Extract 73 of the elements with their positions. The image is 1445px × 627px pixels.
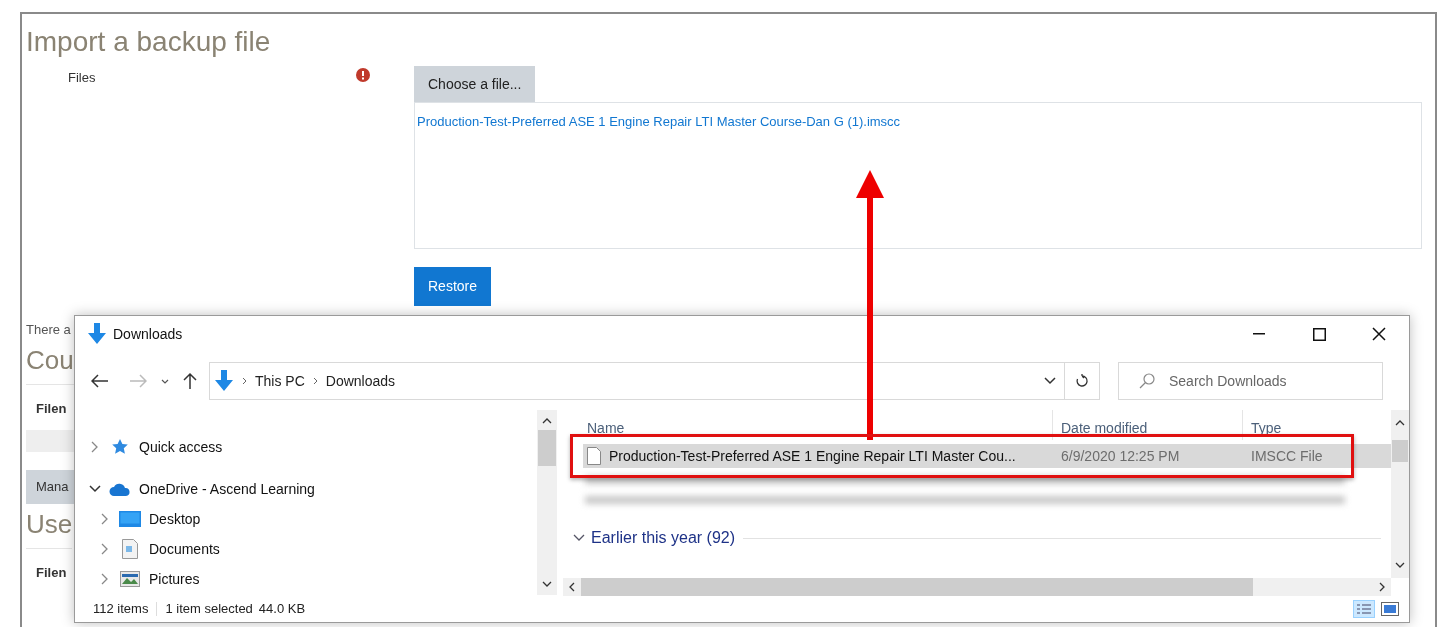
file-link[interactable]: Production-Test-Preferred ASE 1 Engine Repair LTI Master Course-Dan G (1).imscc — [417, 114, 901, 129]
column-header: Filen — [36, 564, 67, 582]
column-header[interactable]: Name — [569, 410, 1053, 440]
expand-chevron-icon[interactable] — [89, 485, 101, 493]
download-arrow-icon — [214, 370, 234, 392]
close-icon — [1372, 327, 1386, 341]
section-heading: Cou — [26, 341, 74, 385]
file-date: 6/9/2020 12:25 PM — [1060, 446, 1181, 466]
file-row[interactable]: Production-Test-Preferred ASE 1 Engine Repair LTI Master Cou... 6/9/2020 12:25 PM IMSCC File — [583, 444, 1391, 468]
vertical-scrollbar[interactable] — [537, 410, 557, 595]
item-count: 112 items — [93, 600, 149, 619]
details-view-icon[interactable] — [1353, 600, 1375, 618]
collapse-chevron-icon[interactable] — [101, 513, 109, 525]
column-header[interactable]: Date modified — [1053, 410, 1243, 440]
tree-item[interactable]: Pictures — [149, 568, 200, 590]
section-heading: Use — [26, 506, 73, 549]
file-type: IMSCC File — [1250, 446, 1324, 466]
scroll-up-icon[interactable] — [542, 418, 552, 424]
vertical-scrollbar[interactable] — [1391, 410, 1409, 578]
breadcrumb-item[interactable]: This PC — [255, 370, 305, 392]
thumbnail-view-icon[interactable] — [1381, 602, 1399, 616]
scrollbar-thumb[interactable] — [1392, 440, 1408, 462]
table-row — [26, 430, 74, 452]
selection-status: 1 item selected — [165, 600, 253, 619]
scrollbar-thumb[interactable] — [538, 430, 556, 466]
refresh-button[interactable] — [1065, 362, 1100, 400]
scroll-down-icon[interactable] — [542, 581, 552, 587]
tree-item[interactable]: Documents — [149, 538, 220, 560]
selection-size: 44.0 KB — [258, 600, 306, 619]
caret-icon[interactable] — [161, 378, 169, 384]
tree-item[interactable]: OneDrive - Ascend Learning — [139, 478, 315, 500]
manage-button[interactable]: Mana — [26, 470, 74, 504]
collapse-chevron-icon[interactable] — [101, 573, 109, 585]
chevron-right-icon — [312, 377, 318, 385]
up-arrow-icon[interactable] — [183, 372, 197, 390]
dropdown-caret-icon[interactable] — [1044, 377, 1056, 385]
breadcrumb-item[interactable]: Downloads — [325, 370, 396, 392]
collapse-chevron-icon[interactable] — [573, 534, 585, 542]
document-icon — [122, 539, 138, 559]
search-icon — [1139, 373, 1155, 389]
window-title: Downloads — [113, 324, 183, 344]
file-icon — [587, 447, 601, 465]
column-header: Filen — [36, 399, 67, 418]
field-label: Files — [68, 69, 96, 87]
scroll-up-icon[interactable] — [1395, 420, 1405, 426]
search-input[interactable]: Search Downloads — [1169, 370, 1369, 392]
star-icon — [111, 438, 129, 456]
body-text: There a — [26, 321, 71, 339]
tree-item[interactable]: Desktop — [149, 508, 201, 530]
minimize-icon — [1253, 333, 1265, 335]
restore-button[interactable]: Restore — [414, 267, 492, 306]
scroll-left-icon[interactable] — [569, 581, 575, 592]
choose-file-button[interactable]: Choose a file... — [414, 66, 536, 102]
address-bar[interactable]: This PC Downloads — [209, 362, 1065, 400]
chevron-right-icon — [242, 377, 247, 385]
horizontal-scrollbar[interactable] — [563, 577, 1391, 596]
search-field[interactable]: Search Downloads — [1118, 362, 1383, 400]
collapse-chevron-icon[interactable] — [91, 441, 99, 453]
maximize-icon — [1312, 327, 1326, 341]
tree-item[interactable]: Quick access — [139, 436, 223, 458]
back-arrow-icon[interactable] — [91, 374, 109, 388]
scrollbar-thumb[interactable] — [581, 577, 1253, 596]
page-title: Import a backup file — [26, 25, 272, 59]
download-arrow-icon — [87, 323, 107, 345]
picture-icon — [120, 571, 140, 587]
file-name: Production-Test-Preferred ASE 1 Engine Repair LTI Master Cou... — [609, 446, 1016, 466]
desktop-icon — [119, 511, 141, 527]
scroll-right-icon[interactable] — [1379, 581, 1385, 592]
group-heading[interactable]: Earlier this year (92) — [591, 526, 736, 550]
collapse-chevron-icon[interactable] — [101, 543, 109, 555]
scroll-down-icon[interactable] — [1395, 561, 1405, 568]
refresh-icon — [1075, 374, 1089, 388]
cloud-icon — [109, 482, 131, 496]
